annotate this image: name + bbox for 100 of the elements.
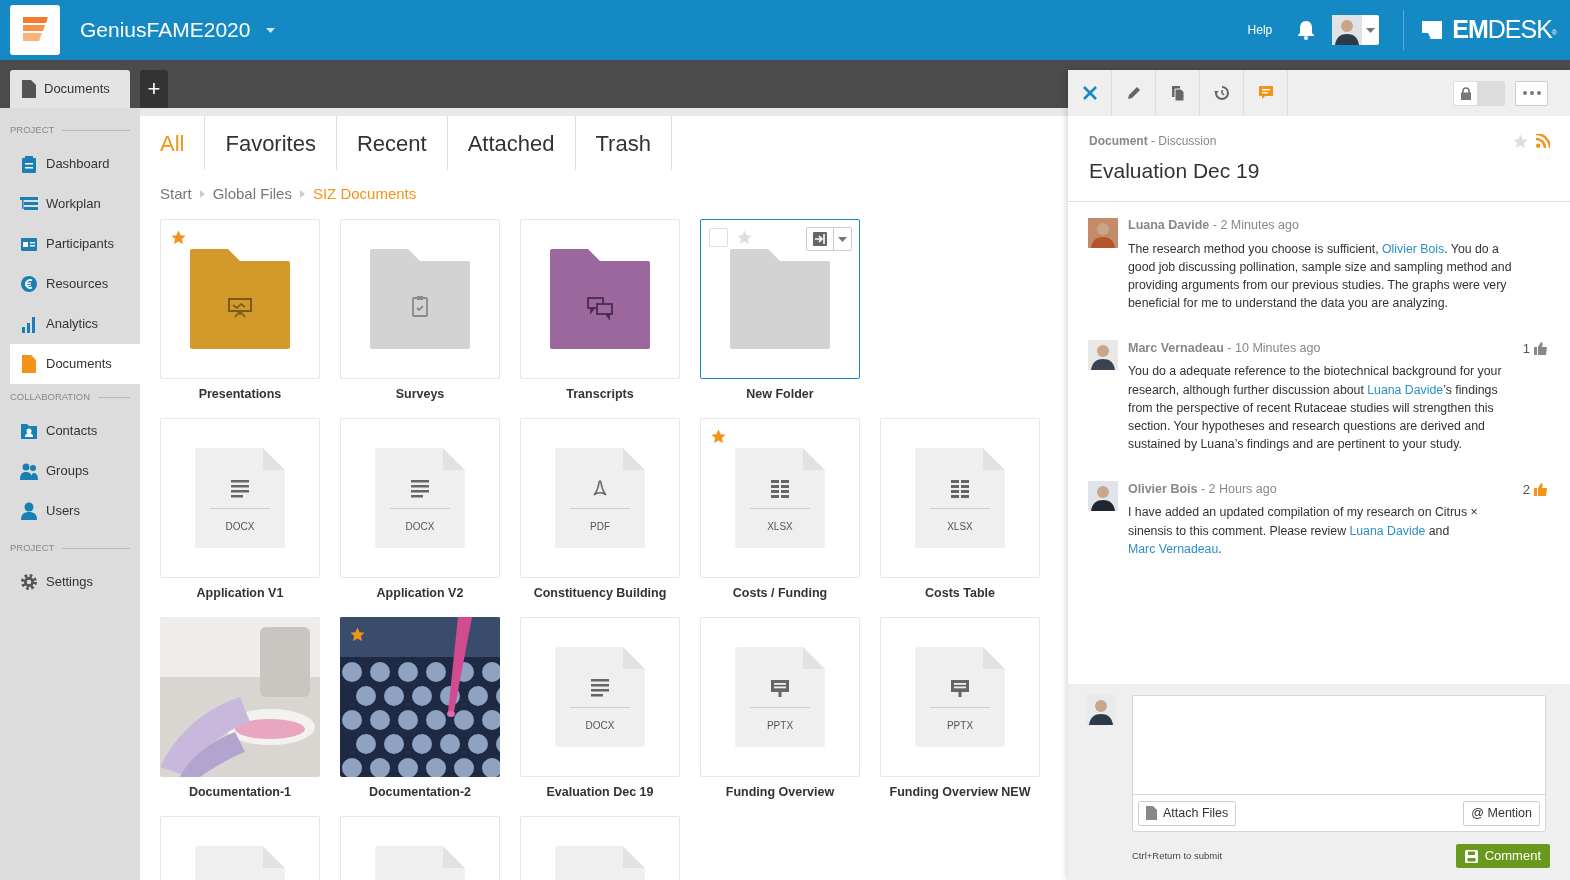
file-tile[interactable]: PPTX [880, 617, 1040, 777]
comment-icon [1257, 85, 1274, 101]
file-name: New Folder [745, 386, 815, 403]
file-type-label: DOCX [585, 719, 615, 733]
file-name: Documentation-1 [187, 784, 293, 801]
sidebar-item[interactable]: Analytics [10, 304, 140, 344]
thumbs-up-icon [1534, 341, 1548, 356]
filter-tab[interactable]: Attached [447, 116, 576, 170]
avatar [1086, 695, 1116, 725]
sidebar-item[interactable]: Dashboard [10, 144, 140, 184]
file-tile[interactable]: XLSX [880, 418, 1040, 578]
attach-files-button[interactable]: Attach Files [1138, 800, 1237, 826]
favorite-star-icon[interactable] [1513, 133, 1528, 149]
comment-text: You do a adequate reference to the biotechnical background for your research, although further discussion about Luana Davide’s findings from the perspective of recent Rutaceae studies will strengthen this section. Your hypotheses and research questions are derived and sustained by Luana’s findings and are pertinent to your study. [1128, 363, 1503, 454]
help-link[interactable]: Help [1247, 21, 1273, 39]
mention-link[interactable]: Luana Davide [1367, 382, 1444, 397]
contact-icon [20, 422, 38, 440]
caret-icon [838, 236, 847, 242]
filter-tab[interactable]: Favorites [205, 116, 337, 170]
filter-tab[interactable]: Trash [575, 116, 672, 170]
sidebar-item[interactable]: Users [10, 491, 140, 531]
lines-icon [231, 480, 249, 498]
close-icon [1081, 85, 1098, 101]
caret-icon [1366, 27, 1376, 33]
sidebar-item[interactable]: Contacts [10, 411, 140, 451]
file-name: Funding Overview [724, 784, 836, 801]
file-type-label: XLSX [947, 520, 973, 534]
comment-text: I have added an updated compilation of my research on Citrus × sinensis to this comment. Please review Luana Davide and Marc Vernadeau. [1128, 504, 1479, 558]
group-icon [20, 462, 38, 480]
comment-author: Olivier Bois - 2 Hours ago [1128, 480, 1277, 498]
file-name: Evaluation Dec 19 [545, 784, 655, 801]
file-tile[interactable]: DOCX [160, 418, 320, 578]
sidebar-item[interactable]: Settings [10, 562, 140, 602]
workplan-icon [20, 195, 38, 213]
project-switcher[interactable]: GeniusFAME2020 [80, 14, 276, 46]
notification-bell-icon[interactable] [1296, 20, 1317, 40]
section-heading: COLLABORATION [10, 389, 91, 404]
rss-feed-icon[interactable] [1536, 134, 1550, 148]
more-button[interactable] [1515, 80, 1548, 106]
avatar [1088, 481, 1118, 512]
star-icon[interactable] [737, 230, 752, 245]
user-icon [20, 502, 38, 520]
pdf-icon [591, 480, 609, 498]
sidebar-item[interactable]: Participants [10, 224, 140, 264]
ellipsis-icon [1522, 91, 1541, 95]
sidebar-item[interactable]: Groups [10, 451, 140, 491]
comment-author: Marc Vernadeau - 10 Minutes ago [1128, 339, 1321, 357]
slides-icon [771, 679, 789, 697]
file-name: Presentations [197, 386, 283, 403]
thumbs-up-icon [1534, 482, 1548, 497]
section-heading: PROJECT [10, 122, 55, 137]
file-name: Costs / Funding [731, 585, 829, 602]
like-button[interactable]: 2 [1522, 479, 1548, 500]
file-tile[interactable]: DOCX [340, 418, 500, 578]
comment-author: Luana Davide - 2 Minutes ago [1128, 217, 1299, 235]
file-name: Surveys [394, 386, 446, 403]
panel-subtitle: Document - Discussion [1089, 133, 1217, 150]
copy-icon [1169, 85, 1186, 101]
like-button[interactable]: 1 [1522, 338, 1548, 359]
lines-icon [591, 679, 609, 697]
panel-title: Evaluation Dec 19 [1089, 158, 1261, 184]
euro-icon [20, 275, 38, 293]
file-name: Constituency Building [532, 585, 668, 602]
breadcrumb-link[interactable]: Start [160, 182, 192, 206]
add-tab-button[interactable]: + [140, 70, 168, 108]
filter-tab[interactable]: Recent [336, 116, 448, 170]
document-icon [22, 80, 36, 98]
document-tab[interactable]: Documents [10, 70, 130, 108]
file-type-label: XLSX [767, 520, 793, 534]
grid-icon [951, 480, 969, 498]
shortcut-hint: Ctrl+Return to submit [1132, 848, 1223, 863]
avatar [1088, 217, 1118, 248]
settings-icon [20, 573, 38, 591]
lock-toggle[interactable] [1453, 80, 1505, 106]
mention-link[interactable]: Luana Davide [1349, 523, 1426, 538]
file-tile[interactable]: XLSX [700, 418, 860, 578]
sidebar-item[interactable]: Workplan [10, 184, 140, 224]
file-tile[interactable]: PDF [520, 418, 680, 578]
file-name: Costs Table [924, 585, 996, 602]
app-logo[interactable] [10, 5, 60, 55]
comment-field[interactable]: Attach Files @ Mention [1132, 695, 1546, 832]
bar-chart-icon [20, 315, 38, 333]
file-tile[interactable]: DOCX [520, 617, 680, 777]
mention-button[interactable]: @ Mention [1463, 800, 1540, 826]
sidebar-item[interactable]: Documents [10, 344, 140, 384]
breadcrumb-link[interactable]: Global Files [212, 182, 292, 206]
file-tile[interactable]: PPTX [700, 617, 860, 777]
caret-icon [266, 27, 276, 33]
sidebar-item[interactable]: Resources [10, 264, 140, 304]
user-menu-button[interactable] [1332, 15, 1380, 45]
document-icon [1146, 806, 1157, 820]
move-button[interactable] [806, 227, 852, 251]
file-type-label: PPTX [946, 719, 974, 733]
file-name: Funding Overview NEW [888, 784, 1032, 801]
chevron-icon [199, 190, 205, 198]
file-name: Application V1 [195, 585, 285, 602]
checkbox[interactable] [709, 228, 728, 247]
file-type-label: DOCX [225, 520, 255, 534]
folder-tile[interactable] [700, 219, 860, 379]
avatar [1332, 15, 1363, 45]
